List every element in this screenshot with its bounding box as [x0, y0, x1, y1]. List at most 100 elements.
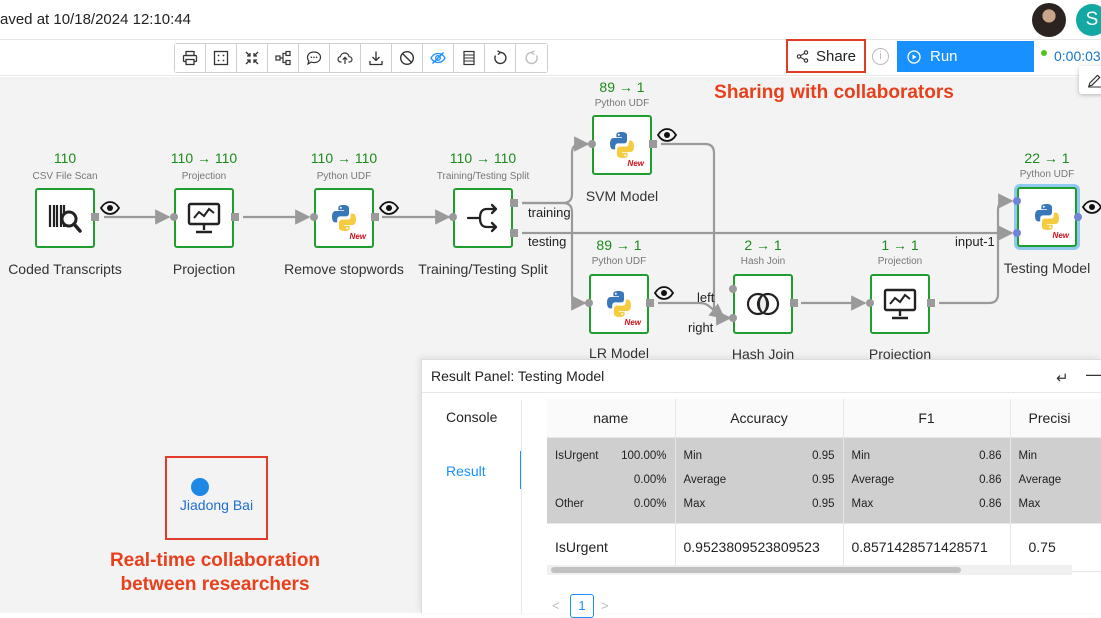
operator-coded-transcripts[interactable] — [35, 188, 95, 248]
output-port-testing[interactable] — [510, 229, 518, 237]
input-port-left[interactable] — [729, 285, 737, 293]
execution-timer: 0:00:03 — [1054, 48, 1101, 64]
python-logo-icon — [1032, 202, 1062, 232]
output-port[interactable] — [1074, 213, 1082, 221]
output-port-training[interactable] — [510, 199, 518, 207]
operator-testing-model[interactable]: New — [1017, 187, 1077, 247]
column-header-accuracy[interactable]: Accuracy — [675, 399, 843, 437]
input-port[interactable] — [588, 140, 596, 148]
pagination-next-button[interactable]: > — [601, 598, 609, 613]
input-port-right[interactable] — [729, 314, 737, 322]
op-name-testing: Testing Model — [967, 260, 1101, 276]
output-port[interactable] — [646, 299, 654, 307]
stats-cell-precision: Min Average Max — [1010, 437, 1101, 523]
operator-projection-2[interactable] — [870, 274, 930, 334]
view-result-eye-icon[interactable] — [379, 201, 399, 215]
python-logo-icon — [329, 203, 359, 233]
op-name-proj1: Projection — [124, 261, 284, 277]
op-type-proj2: Projection — [830, 256, 970, 267]
stat-line: Max — [1019, 492, 1095, 516]
download-button[interactable] — [361, 44, 392, 72]
operator-training-testing-split[interactable] — [453, 188, 513, 248]
dock-panel-icon[interactable]: ↵ — [1056, 369, 1069, 387]
results-view-button[interactable] — [454, 44, 485, 72]
run-button[interactable]: Run — [897, 41, 1034, 72]
saved-status: aved at 10/18/2024 12:10:44 — [0, 11, 191, 28]
op-count-proj2: 1 → 1 — [840, 237, 960, 253]
input-port[interactable] — [585, 299, 593, 307]
fit-screen-button[interactable] — [237, 44, 268, 72]
operator-hash-join[interactable] — [733, 274, 793, 334]
output-port[interactable] — [649, 140, 657, 148]
stat-line: Min0.95 — [684, 444, 835, 468]
hide-icon — [430, 50, 446, 66]
disable-operator-button[interactable] — [392, 44, 423, 72]
share-button[interactable]: Share — [786, 39, 866, 73]
print-button[interactable] — [175, 44, 206, 72]
tab-console[interactable]: Console — [446, 409, 497, 425]
stat-line: Other0.00% — [555, 492, 667, 516]
minimize-icon[interactable]: — — [1086, 364, 1101, 385]
result-panel-title: Result Panel: Testing Model — [431, 368, 604, 384]
table-row[interactable]: IsUrgent 0.9523809523809523 0.8571428571… — [547, 523, 1101, 571]
op-count-coded: 110 — [5, 150, 125, 166]
view-result-eye-icon[interactable] — [100, 201, 120, 215]
info-icon[interactable]: i — [872, 48, 889, 65]
new-badge: New — [625, 318, 641, 327]
input-port-0[interactable] — [1013, 197, 1021, 205]
auto-layout-button[interactable] — [268, 44, 299, 72]
tab-result[interactable]: Result — [446, 463, 486, 479]
pagination-prev-button[interactable]: < — [552, 598, 560, 613]
pagination-page-1[interactable]: 1 — [570, 594, 594, 618]
upload-icon — [337, 50, 353, 66]
op-type-hash: Hash Join — [693, 256, 833, 267]
operator-svm-model[interactable]: New — [592, 115, 652, 175]
column-header-name[interactable]: name — [547, 399, 675, 437]
stat-line: Min0.86 — [852, 444, 1002, 468]
grid-button[interactable] — [206, 44, 237, 72]
op-name-split: Training/Testing Split — [403, 261, 563, 277]
redo-button[interactable] — [516, 44, 547, 72]
execution-status-dot — [1041, 50, 1047, 56]
input-port[interactable] — [310, 213, 318, 221]
view-result-eye-icon[interactable] — [657, 128, 677, 142]
column-header-precision[interactable]: Precisi — [1010, 399, 1101, 437]
horizontal-scrollbar[interactable] — [547, 565, 1072, 575]
user-avatar-initial[interactable]: S — [1076, 4, 1101, 36]
projection-icon — [186, 201, 222, 235]
stat-line: Average0.95 — [684, 468, 835, 492]
view-result-eye-icon[interactable] — [654, 286, 674, 300]
stats-cell-accuracy: Min0.95 Average0.95 Max0.95 — [675, 437, 843, 523]
tool-button-group — [174, 43, 548, 73]
cell-f1: 0.8571428571428571 — [843, 523, 1010, 571]
input-port[interactable] — [449, 213, 457, 221]
upload-button[interactable] — [330, 44, 361, 72]
op-count-testing: 22 → 1 — [987, 150, 1101, 166]
operator-remove-stopwords[interactable]: New — [314, 188, 374, 248]
output-port[interactable] — [927, 299, 935, 307]
share-label: Share — [816, 48, 856, 65]
scrollbar-thumb[interactable] — [551, 567, 961, 573]
output-port[interactable] — [790, 299, 798, 307]
download-icon — [368, 50, 384, 66]
output-port[interactable] — [91, 213, 99, 221]
hide-view-button[interactable] — [423, 44, 454, 72]
output-port[interactable] — [231, 213, 239, 221]
input-port[interactable] — [170, 213, 178, 221]
edit-workflow-button[interactable] — [1079, 66, 1101, 94]
comment-button[interactable] — [299, 44, 330, 72]
input-port-1[interactable] — [1013, 229, 1021, 237]
user-avatar-photo[interactable] — [1032, 3, 1066, 37]
column-header-f1[interactable]: F1 — [843, 399, 1010, 437]
port-label-left: left — [697, 290, 714, 305]
op-type-svm: Python UDF — [552, 98, 692, 109]
operator-lr-model[interactable]: New — [589, 274, 649, 334]
port-label-training: training — [528, 205, 571, 220]
view-result-eye-icon[interactable] — [1082, 200, 1101, 214]
operator-projection-1[interactable] — [174, 188, 234, 248]
annotation-sharing: Sharing with collaborators — [700, 82, 968, 104]
undo-button[interactable] — [485, 44, 516, 72]
new-badge: New — [628, 159, 644, 168]
output-port[interactable] — [371, 213, 379, 221]
input-port[interactable] — [866, 299, 874, 307]
